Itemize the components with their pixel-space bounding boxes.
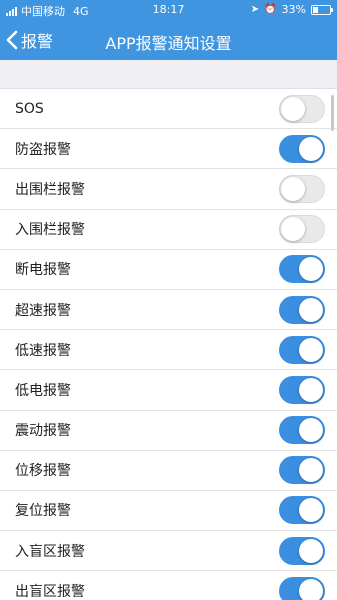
battery-percent: 33% [281,3,306,16]
alarm-settings-list: SOS 防盗报警出围栏报警入围栏报警断电报警超速报警低速报警低电报警震动报警位移报… [0,89,337,600]
toggle-switch[interactable] [279,134,325,163]
toggle-switch[interactable] [279,215,325,244]
app-header: 中国移动 4G 18:17 ➤ ⏰ 33% 报警 APP报警通知设置 [0,0,337,60]
setting-label: 入围栏报警 [15,222,85,239]
toggle-knob [299,578,323,600]
page-title: APP报警通知设置 [105,34,232,53]
setting-label: 断电报警 [15,262,71,279]
toggle-knob [281,176,305,201]
setting-row: 入围栏报警 [0,210,337,250]
toggle-knob [299,498,323,523]
toggle-switch[interactable] [279,576,325,600]
battery-icon [311,4,333,15]
scrollbar[interactable] [331,95,334,131]
setting-row: 出盲区报警 [0,571,337,600]
setting-row: SOS [0,89,337,130]
status-bar: 中国移动 4G 18:17 ➤ ⏰ 33% [0,0,337,20]
toggle-knob [299,337,323,362]
setting-label: SOS [15,100,44,117]
setting-row: 复位报警 [0,491,337,532]
toggle-switch[interactable] [279,255,325,284]
toggle-switch[interactable] [279,335,325,364]
setting-label: 防盗报警 [15,141,71,158]
toggle-switch[interactable] [279,375,325,404]
setting-row: 入盲区报警 [0,531,337,572]
setting-row: 超速报警 [0,290,337,331]
toggle-switch[interactable] [279,94,325,123]
setting-label: 低速报警 [15,342,71,359]
setting-label: 低电报警 [15,382,71,399]
toggle-knob [299,297,323,322]
setting-row: 防盗报警 [0,129,337,170]
toggle-knob [299,257,323,282]
alarm-icon: ⏰ [264,3,277,15]
setting-label: 震动报警 [15,423,71,440]
toggle-switch[interactable] [279,496,325,525]
toggle-switch[interactable] [279,416,325,445]
setting-label: 入盲区报警 [15,543,85,560]
setting-row: 断电报警 [0,250,337,290]
toggle-knob [281,217,305,242]
setting-label: 出盲区报警 [15,583,85,600]
setting-row: 低速报警 [0,330,337,371]
toggle-switch[interactable] [279,456,325,485]
toggle-switch[interactable] [279,295,325,324]
location-icon: ➤ [250,3,260,15]
setting-label: 复位报警 [15,503,71,520]
toggle-knob [299,458,323,483]
setting-row: 位移报警 [0,451,337,491]
setting-label: 出围栏报警 [15,181,85,198]
toggle-switch[interactable] [279,174,325,203]
toggle-switch[interactable] [279,536,325,565]
setting-row: 出围栏报警 [0,169,337,210]
navigation-bar: 报警 APP报警通知设置 [0,20,337,60]
toggle-knob [281,96,305,121]
setting-label: 位移报警 [15,463,71,480]
toggle-knob [299,538,323,563]
toggle-knob [299,418,323,443]
toggle-knob [299,136,323,161]
setting-row: 低电报警 [0,370,337,411]
section-spacer [0,60,337,89]
setting-label: 超速报警 [15,302,71,319]
toggle-knob [299,377,323,402]
setting-row: 震动报警 [0,411,337,451]
status-right: ➤ ⏰ 33% [250,3,333,16]
